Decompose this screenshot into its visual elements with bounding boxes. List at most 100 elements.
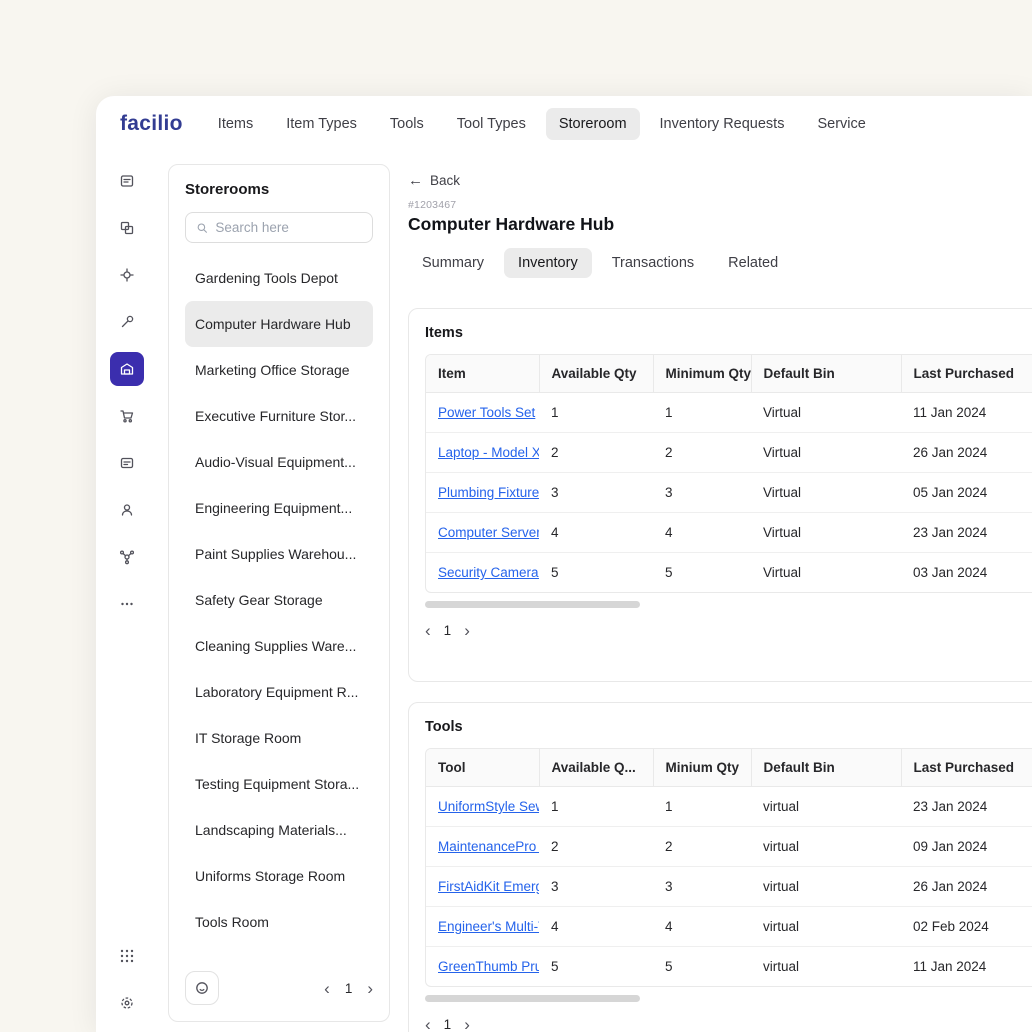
table-row: Power Tools Set 1 1 Virtual 11 Jan 2024 [426,393,1032,433]
storeroom-list-item[interactable]: Audio-Visual Equipment... [185,439,373,485]
column-header: Last Purchased [901,749,1032,787]
column-header: Available Qty [539,355,653,393]
tool-link[interactable]: GreenThumb Pruning Shears [438,959,539,974]
nav-item[interactable]: Tool Types [444,108,539,140]
prev-page-icon[interactable]: ‹ [425,622,431,639]
storeroom-list-item[interactable]: Paint Supplies Warehou... [185,531,373,577]
people-module-button[interactable] [110,493,144,527]
available-qty-cell: 1 [539,393,653,433]
detail-tab[interactable]: Inventory [504,248,592,278]
tools-card: Tools ToolAvailable Q...Minium QtyDefaul… [408,702,1032,1032]
detail-tab[interactable]: Related [714,248,792,278]
last-purchased-cell: 05 Jan 2024 [901,473,1032,513]
tool-link[interactable]: MaintenancePro Toolkit [438,839,539,854]
tool-link[interactable]: UniformStyle Sewing Kit [438,799,539,814]
storeroom-list-item[interactable]: Tools Room [185,899,373,945]
nav-item[interactable]: Service [804,108,878,140]
storeroom-list-item[interactable]: IT Storage Room [185,715,373,761]
storeroom-list-item[interactable]: Executive Furniture Stor... [185,393,373,439]
items-horizontal-scrollbar[interactable] [425,601,1032,608]
item-link[interactable]: Computer Servers (Set of... [438,525,539,540]
request-card-icon [119,455,135,471]
available-qty-cell: 3 [539,473,653,513]
default-bin-cell: Virtual [751,513,901,553]
item-link[interactable]: Power Tools Set [438,405,535,420]
last-purchased-cell: 26 Jan 2024 [901,433,1032,473]
storeroom-list-item[interactable]: Landscaping Materials... [185,807,373,853]
tools-pagination: ‹ 1 › [425,1016,1032,1032]
tool-link[interactable]: Engineer's Multi-Tool [438,919,539,934]
column-header: Default Bin [751,355,901,393]
minimum-qty-cell: 2 [653,433,751,473]
tool-link[interactable]: FirstAidKit Emergency Tools [438,879,539,894]
item-link[interactable]: Laptop - Model XYZ123 [438,445,539,460]
item-types-module-button[interactable] [110,258,144,292]
tools-horizontal-scrollbar[interactable] [425,995,1032,1002]
storerooms-title: Storerooms [185,181,373,198]
item-link[interactable]: Plumbing Fixtures Kit [438,485,539,500]
table-row: GreenThumb Pruning Shears 5 5 virtual 11… [426,947,1032,987]
prev-page-icon[interactable]: ‹ [324,980,330,997]
catalog-module-button[interactable] [110,164,144,198]
service-module-button[interactable] [110,540,144,574]
last-purchased-cell: 09 Jan 2024 [901,827,1032,867]
tools-card-title: Tools [425,719,1032,735]
item-link[interactable]: Security Cameras (Set of 4) [438,565,539,580]
detail-tab[interactable]: Transactions [598,248,708,278]
table-row: Engineer's Multi-Tool 4 4 virtual 02 Feb… [426,907,1032,947]
default-bin-cell: virtual [751,907,901,947]
tools-module-button[interactable] [110,305,144,339]
next-page-icon[interactable]: › [367,980,373,997]
search-input[interactable] [215,220,362,235]
available-qty-cell: 4 [539,513,653,553]
current-page: 1 [345,981,353,996]
default-bin-cell: Virtual [751,393,901,433]
storeroom-list-item[interactable]: Engineering Equipment... [185,485,373,531]
items-table: ItemAvailable QtyMinimum QtyDefault BinL… [425,354,1032,593]
nav-item[interactable]: Inventory Requests [647,108,798,140]
storeroom-list-item[interactable]: Marketing Office Storage [185,347,373,393]
back-link[interactable]: ← Back [408,172,460,189]
storeroom-list-item[interactable]: Testing Equipment Stora... [185,761,373,807]
last-purchased-cell: 26 Jan 2024 [901,867,1032,907]
last-purchased-cell: 02 Feb 2024 [901,907,1032,947]
storeroom-list-item[interactable]: Computer Hardware Hub [185,301,373,347]
storerooms-panel: Storerooms Gardening Tools Depot Compute… [168,164,390,1022]
nav-item[interactable]: Item Types [273,108,370,140]
last-purchased-cell: 23 Jan 2024 [901,513,1032,553]
nav-item[interactable]: Items [205,108,266,140]
table-row: Computer Servers (Set of... 4 4 Virtual … [426,513,1032,553]
storeroom-list-item[interactable]: Uniforms Storage Room [185,853,373,899]
panel-action-button[interactable] [185,971,219,1005]
more-modules-button[interactable] [110,587,144,621]
storeroom-list-item[interactable]: Laboratory Equipment R... [185,669,373,715]
settings-button[interactable] [110,986,144,1020]
inventory-request-module-button[interactable] [110,446,144,480]
purchase-module-button[interactable] [110,399,144,433]
scrollbar-thumb[interactable] [425,601,640,608]
storerooms-pagination: ‹ 1 › [324,980,373,997]
app-window: facilio Items Item Types Tools Tool Type… [96,96,1032,1032]
storeroom-module-button[interactable] [110,352,144,386]
default-bin-cell: Virtual [751,473,901,513]
scrollbar-thumb[interactable] [425,995,640,1002]
app-launcher-button[interactable] [110,939,144,973]
minimum-qty-cell: 1 [653,787,751,827]
next-page-icon[interactable]: › [464,1016,470,1032]
column-header: Default Bin [751,749,901,787]
items-module-button[interactable] [110,211,144,245]
storeroom-list-item[interactable]: Cleaning Supplies Ware... [185,623,373,669]
storeroom-list-item[interactable]: Safety Gear Storage [185,577,373,623]
nav-item[interactable]: Tools [377,108,437,140]
last-purchased-cell: 23 Jan 2024 [901,787,1032,827]
minimum-qty-cell: 5 [653,947,751,987]
storerooms-panel-footer: ‹ 1 › [185,961,373,1005]
table-row: UniformStyle Sewing Kit 1 1 virtual 23 J… [426,787,1032,827]
nav-item[interactable]: Storeroom [546,108,640,140]
detail-tab[interactable]: Summary [408,248,498,278]
storeroom-list-item[interactable]: Gardening Tools Depot [185,255,373,301]
prev-page-icon[interactable]: ‹ [425,1016,431,1032]
items-pagination: ‹ 1 › [425,622,1032,639]
table-row: Plumbing Fixtures Kit 3 3 Virtual 05 Jan… [426,473,1032,513]
next-page-icon[interactable]: › [464,622,470,639]
